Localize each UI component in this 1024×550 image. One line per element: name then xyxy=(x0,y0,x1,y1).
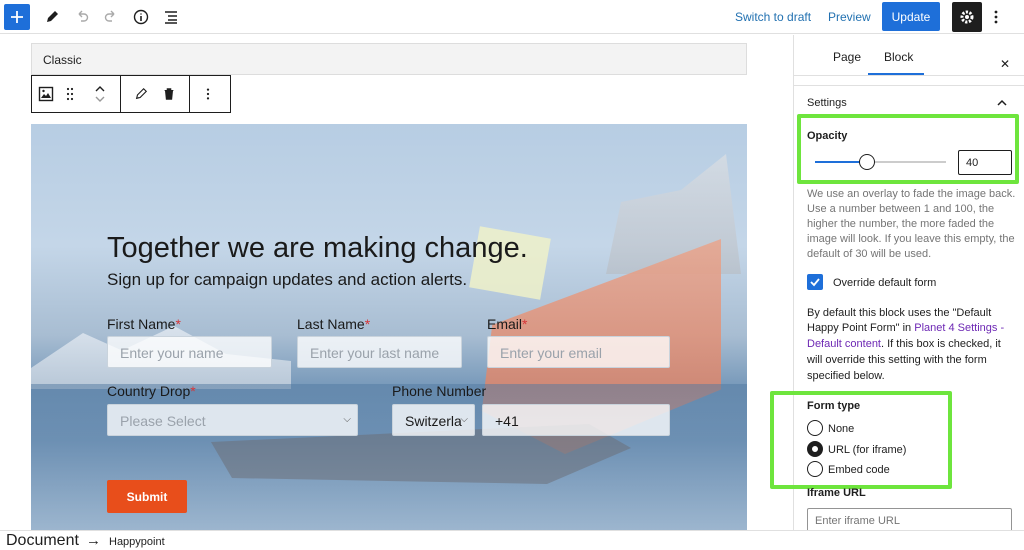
form-title: Together we are making change. xyxy=(107,232,528,264)
more-vertical-icon xyxy=(994,10,998,24)
email-label: Email* xyxy=(487,316,528,332)
checkmark-icon xyxy=(810,278,820,287)
planet4-settings-link[interactable]: Planet 4 Settings - xyxy=(914,322,1004,334)
opacity-help-text: image will look. If you leave this empty… xyxy=(807,233,1015,245)
edit-block-button[interactable] xyxy=(127,76,155,112)
redo-icon xyxy=(104,10,115,22)
trash-icon xyxy=(164,88,174,100)
radio-embed-code[interactable] xyxy=(807,461,823,477)
override-form-checkbox[interactable] xyxy=(807,274,823,290)
editor-canvas: Classic Together we are making change. S… xyxy=(0,35,793,530)
undo-button[interactable] xyxy=(72,7,92,27)
undo-icon xyxy=(78,10,89,22)
block-toolbar xyxy=(31,75,231,113)
preview-button[interactable]: Preview xyxy=(828,10,871,24)
default-content-link[interactable]: Default content xyxy=(807,338,881,350)
happypoint-block[interactable]: Together we are making change. Sign up f… xyxy=(31,124,747,530)
breadcrumb-arrow-icon: → xyxy=(86,532,101,549)
plus-icon xyxy=(11,11,23,23)
image-block-icon xyxy=(38,86,54,102)
radio-url-iframe[interactable] xyxy=(807,441,823,457)
phone-country-value: Switzerla xyxy=(405,413,462,429)
info-icon xyxy=(133,9,149,25)
radio-none[interactable] xyxy=(807,420,823,436)
country-select-value: Please Select xyxy=(120,413,206,429)
block-type-button[interactable] xyxy=(32,76,60,112)
phone-number-input[interactable]: +41 xyxy=(482,404,670,436)
block-options-button[interactable] xyxy=(194,76,222,112)
chevron-down-icon[interactable] xyxy=(94,94,106,104)
override-form-label[interactable]: Override default form xyxy=(833,276,936,291)
pencil-icon xyxy=(135,87,148,100)
close-sidebar-button[interactable]: ✕ xyxy=(1000,57,1010,71)
first-name-label: First Name* xyxy=(107,316,181,332)
move-block-buttons xyxy=(80,76,120,112)
opacity-number-input[interactable]: 40 xyxy=(958,150,1012,175)
pencil-icon xyxy=(47,11,58,22)
opacity-slider-thumb[interactable] xyxy=(859,154,875,170)
redo-button[interactable] xyxy=(101,7,121,27)
iframe-url-label: Iframe URL xyxy=(807,487,866,499)
last-name-label: Last Name* xyxy=(297,316,371,332)
phone-label: Phone Number xyxy=(392,383,487,399)
first-name-input[interactable]: Enter your name xyxy=(107,336,272,368)
chevron-up-icon[interactable] xyxy=(996,98,1008,108)
opacity-help-text: default of 30 will be used. xyxy=(807,248,932,260)
more-vertical-icon xyxy=(206,88,210,100)
settings-button[interactable] xyxy=(952,2,982,32)
classic-block[interactable]: Classic xyxy=(31,43,747,75)
gear-icon xyxy=(960,10,974,24)
submit-button[interactable]: Submit xyxy=(107,480,187,513)
update-button[interactable]: Update xyxy=(882,2,940,31)
radio-url-iframe-label[interactable]: URL (for iframe) xyxy=(828,443,906,458)
override-help-text: Happy Point Form" in Planet 4 Settings - xyxy=(807,322,1005,334)
options-menu-button[interactable] xyxy=(986,7,1006,27)
country-label: Country Drop* xyxy=(107,383,196,399)
breadcrumb-document[interactable]: Document xyxy=(6,532,79,550)
last-name-input[interactable]: Enter your last name xyxy=(297,336,462,368)
list-view-button[interactable] xyxy=(161,7,181,27)
opacity-help-text: Use a number between 1 and 100, the xyxy=(807,203,995,215)
add-block-button[interactable] xyxy=(4,4,30,30)
chevron-up-icon[interactable] xyxy=(94,84,106,94)
breadcrumb-happypoint[interactable]: Happypoint xyxy=(109,536,165,548)
delete-block-button[interactable] xyxy=(155,76,183,112)
opacity-help-text: We use an overlay to fade the image back… xyxy=(807,188,1016,200)
editor-top-bar: Switch to draft Preview Update xyxy=(0,0,1024,34)
tab-page[interactable]: Page xyxy=(833,50,861,64)
block-toolbar-group-options xyxy=(190,76,226,112)
chevron-down-icon: ⌵ xyxy=(343,414,351,425)
override-help-text: By default this block uses the "Default xyxy=(807,307,992,319)
phone-country-select[interactable]: Switzerla ⌵ xyxy=(392,404,475,436)
close-icon: ✕ xyxy=(1000,57,1011,71)
opacity-label: Opacity xyxy=(807,130,848,142)
settings-panel-title[interactable]: Settings xyxy=(807,96,847,111)
sidebar-divider xyxy=(793,85,1024,86)
switch-to-draft-button[interactable]: Switch to draft xyxy=(735,10,811,24)
radio-none-label[interactable]: None xyxy=(828,422,854,437)
details-button[interactable] xyxy=(131,7,151,27)
drag-handle[interactable] xyxy=(60,76,80,112)
pencil-tool-button[interactable] xyxy=(42,7,62,27)
override-help-text: Default content. If this box is checked,… xyxy=(807,338,1001,350)
block-toolbar-group-type xyxy=(32,76,121,112)
radio-embed-code-label[interactable]: Embed code xyxy=(828,463,890,478)
override-help-text: specified below. xyxy=(807,370,885,382)
block-toolbar-group-edit xyxy=(121,76,190,112)
override-help-text: will override this setting with the form xyxy=(807,354,987,366)
country-select[interactable]: Please Select ⌵ xyxy=(107,404,358,436)
form-subtitle: Sign up for campaign updates and action … xyxy=(107,270,468,289)
email-input[interactable]: Enter your email xyxy=(487,336,670,368)
list-view-icon xyxy=(165,11,177,24)
drag-handle-icon xyxy=(66,87,74,101)
opacity-help-text: higher the number, the more faded the xyxy=(807,218,995,230)
form-type-label: Form type xyxy=(807,400,861,412)
tab-block[interactable]: Block xyxy=(884,50,913,64)
sidebar-divider xyxy=(793,75,1024,76)
chevron-down-icon: ⌵ xyxy=(460,414,468,425)
classic-block-label: Classic xyxy=(43,53,82,67)
